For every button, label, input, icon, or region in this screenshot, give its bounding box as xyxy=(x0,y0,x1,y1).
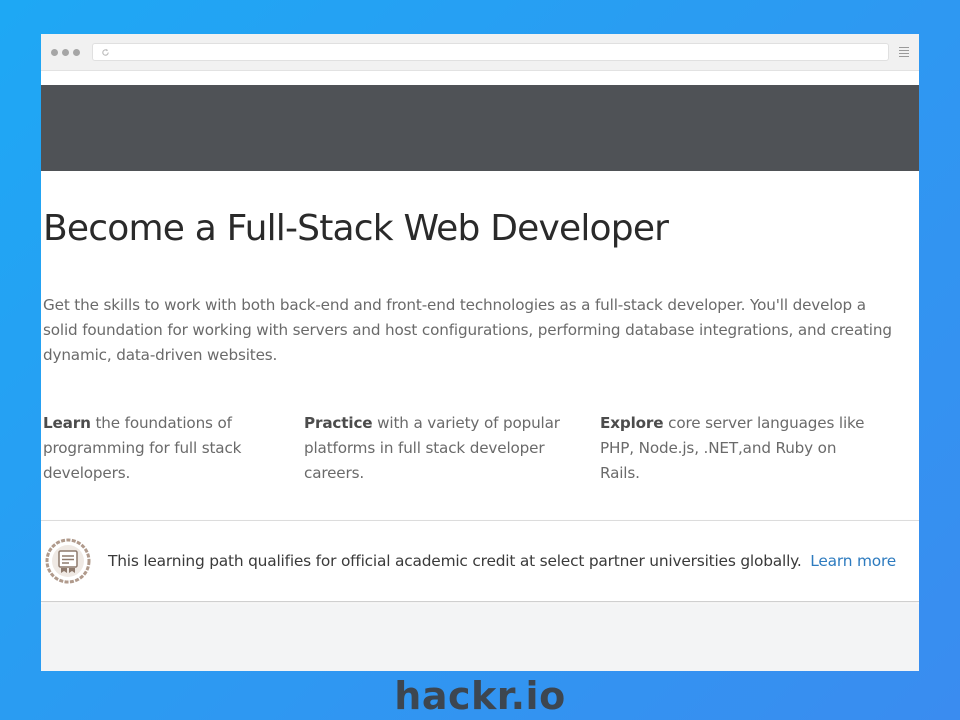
feature-practice: Practice with a variety of popular platf… xyxy=(304,411,574,486)
learn-more-link[interactable]: Learn more xyxy=(810,552,896,570)
feature-lead: Explore xyxy=(600,414,664,432)
main-content: Become a Full-Stack Web Developer Get th… xyxy=(41,207,919,491)
credit-message: This learning path qualifies for officia… xyxy=(108,552,896,570)
feature-learn: Learn the foundations of programming for… xyxy=(43,411,283,486)
hero-banner xyxy=(41,85,919,171)
certificate-badge-icon xyxy=(45,538,91,584)
browser-toolbar xyxy=(41,34,919,71)
browser-window: Become a Full-Stack Web Developer Get th… xyxy=(41,34,919,671)
feature-list: Learn the foundations of programming for… xyxy=(43,411,919,491)
page-title: Become a Full-Stack Web Developer xyxy=(43,208,669,249)
window-dots-icon xyxy=(51,48,80,56)
feature-lead: Learn xyxy=(43,414,91,432)
hackr-logo: hackr.io xyxy=(394,674,566,718)
credit-text: This learning path qualifies for officia… xyxy=(108,552,802,570)
reload-icon[interactable] xyxy=(101,48,110,57)
academic-credit-notice: This learning path qualifies for officia… xyxy=(41,520,919,602)
menu-icon[interactable] xyxy=(899,47,909,57)
intro-paragraph: Get the skills to work with both back-en… xyxy=(43,296,892,364)
page-footer-area xyxy=(41,604,919,671)
feature-explore: Explore core server languages like PHP, … xyxy=(600,411,870,486)
address-bar[interactable] xyxy=(92,43,889,61)
feature-lead: Practice xyxy=(304,414,373,432)
